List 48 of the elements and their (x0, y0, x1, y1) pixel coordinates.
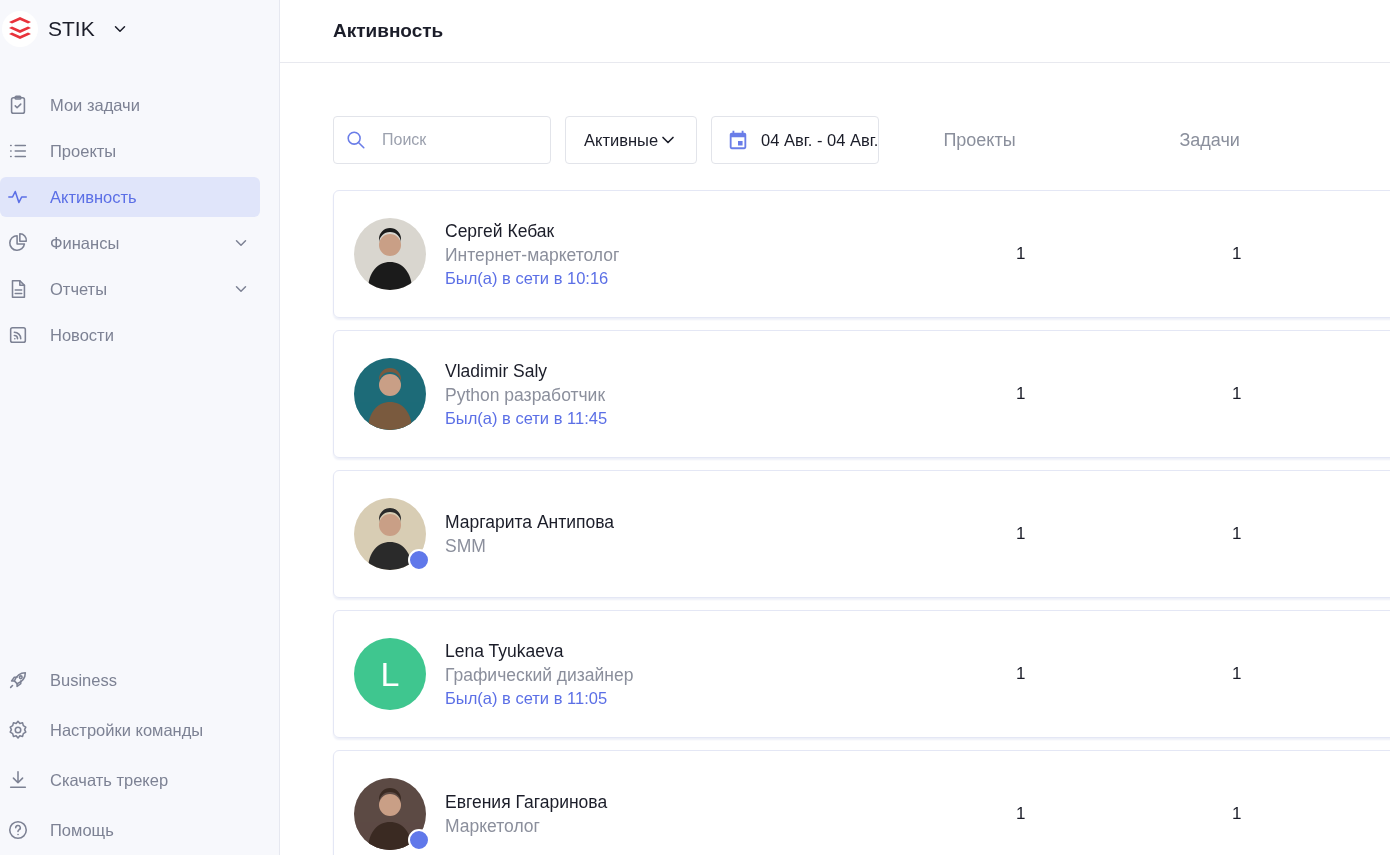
member-name: Vladimir Saly (445, 360, 549, 382)
member-role: Python разработчик (445, 384, 607, 406)
tasks-count: 1 (1232, 244, 1243, 264)
last-seen-text: Был(а) в сети в 11:05 (445, 688, 609, 708)
status-dropdown[interactable]: Активные (565, 116, 698, 164)
workspace-name: STIK (48, 17, 95, 41)
search-field[interactable]: Поиск (333, 116, 551, 164)
projects-count: 1 (1016, 384, 1027, 404)
sidebar-item[interactable]: Настройки команды (0, 710, 260, 750)
member-role: Графический дизайнер (445, 664, 635, 686)
sidebar-item[interactable]: Активность (0, 177, 260, 217)
sidebar-item[interactable]: Проекты (0, 131, 260, 171)
last-seen-text: Был(а) в сети в 10:16 (445, 268, 610, 288)
member-name: Маргарита Антипова (445, 511, 616, 533)
projects-count: 1 (1016, 524, 1027, 544)
member-name: Lena Tyukaeva (445, 640, 565, 662)
column-header: Проекты (943, 129, 1017, 151)
projects-count: 1 (1016, 804, 1027, 824)
gear-icon (7, 719, 29, 741)
download-icon (7, 769, 29, 791)
sidebar-item[interactable]: Новости (0, 315, 260, 355)
sidebar-item[interactable]: Финансы (0, 223, 260, 263)
projects-count: 1 (1016, 664, 1027, 684)
search-icon (345, 129, 367, 151)
tasks-count: 1 (1232, 664, 1243, 684)
date-range-picker[interactable]: 04 Авг. - 04 Авг. (711, 116, 880, 164)
member-role: Интернет-маркетолог (445, 244, 621, 266)
avatar: L (354, 638, 426, 710)
sidebar-item[interactable]: Отчеты (0, 269, 260, 309)
member-name: Евгения Гагаринова (445, 791, 609, 813)
sidebar-item[interactable]: Мои задачи (0, 85, 260, 125)
sidebar-item[interactable]: Помощь (0, 810, 260, 850)
column-header: Задачи (1179, 129, 1241, 151)
last-seen-text: Был(а) в сети в 11:45 (445, 408, 609, 428)
help-icon (7, 819, 29, 841)
sidebar-item[interactable]: Business (0, 660, 260, 700)
sidebar-item[interactable]: Скачать трекер (0, 760, 260, 800)
rss-icon (7, 324, 29, 346)
member-role: SMM (445, 535, 487, 557)
pie-icon (7, 232, 29, 254)
projects-count: 1 (1016, 244, 1027, 264)
rocket-icon (7, 669, 29, 691)
tasks-count: 1 (1232, 384, 1243, 404)
member-role: Маркетолог (445, 815, 541, 837)
member-name: Сергей Кебак (445, 220, 556, 242)
tasks-count: 1 (1232, 524, 1243, 544)
tasks-count: 1 (1232, 804, 1243, 824)
page-title: Активность (333, 20, 444, 42)
